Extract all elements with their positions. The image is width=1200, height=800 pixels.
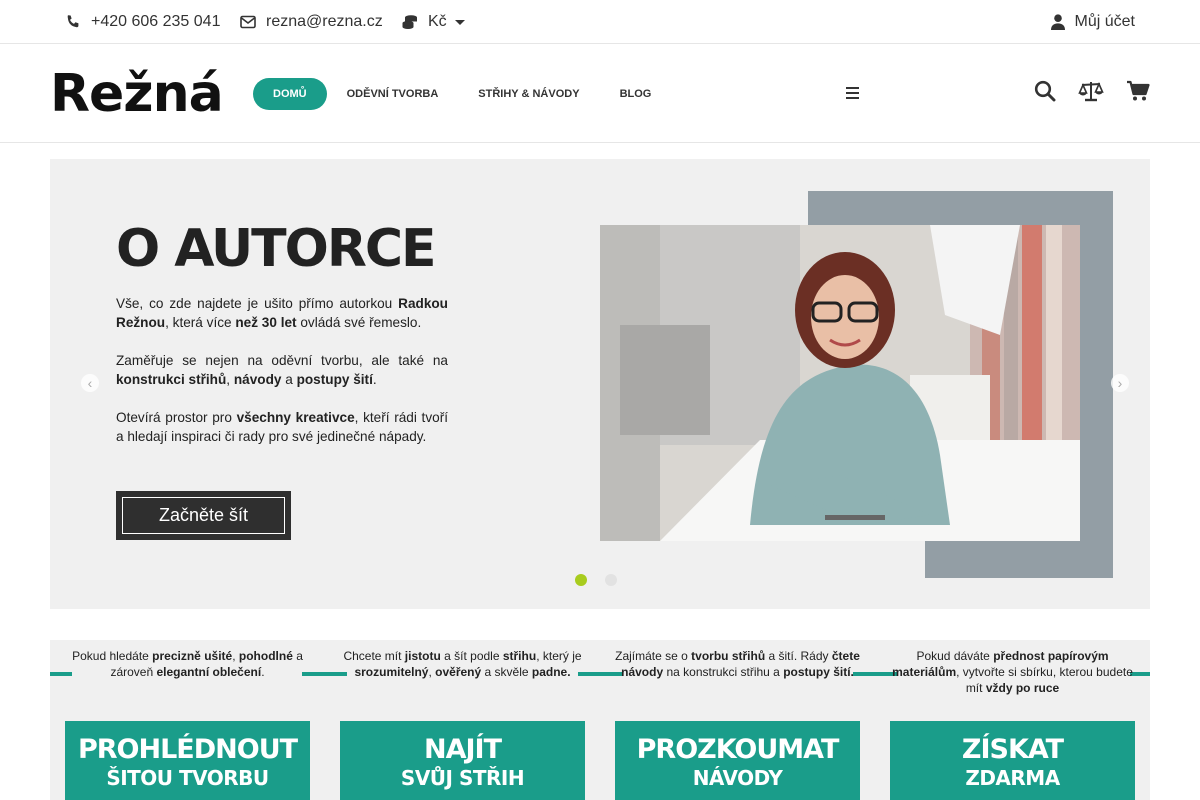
chevron-down-icon [454,19,465,25]
nav-item-home[interactable]: DOMŮ [253,78,327,110]
slider-next-button[interactable]: › [1111,374,1129,392]
site-logo[interactable]: Režná [50,68,224,120]
slide-title: O AUTORCE [116,219,437,279]
promo-line-1: NAJÍT [423,734,502,765]
nav-item-clothing[interactable]: ODĚVNÍ TVORBA [327,78,459,110]
promo-line-1: PROZKOUMAT [636,734,840,765]
chevron-left-icon: ‹ [87,375,93,391]
hero-slider: O AUTORCE Vše, co zde najdete je ušito p… [50,159,1150,609]
slide-paragraph-2: Zaměřuje se nejen na oděvní tvorbu, ale … [116,353,448,387]
phone-icon [67,15,79,28]
slide-paragraph-3: Otevírá prostor pro všechny kreativce, k… [116,410,448,444]
slider-dot-2[interactable] [605,574,617,586]
promo-text: Chcete mít jistotu a šít podle střihu, k… [343,649,582,679]
nav-item-patterns[interactable]: STŘIHY & NÁVODY [458,78,599,110]
promo-text: Pokud dáváte přednost papírovým materiál… [892,649,1133,695]
slider-dot-1[interactable] [575,574,587,586]
promo-strip: Pokud hledáte precizně ušité, pohodlné a… [50,640,1150,800]
promo-text: Pokud hledáte precizně ušité, pohodlné a… [72,649,303,679]
phone-number: +420 606 235 041 [91,13,221,30]
promo-text: Zajímáte se o tvorbu střihů a šití. Rády… [615,649,860,679]
promo-line-2: ŠITOU TVORBU [106,766,269,790]
promo-line-1: ZÍSKAT [961,734,1064,765]
slide-paragraph-1: Vše, co zde najdete je ušito přímo autor… [116,296,448,330]
author-photo-illustration [600,225,1080,541]
author-photo [600,225,1080,541]
get-free-button[interactable]: ZÍSKAT ZDARMA [890,721,1135,800]
site-header: Režná DOMŮ ODĚVNÍ TVORBA STŘIHY & NÁVODY… [0,44,1200,143]
currency-dropdown[interactable]: Kč [402,0,465,44]
promo-line-2: ZDARMA [965,766,1060,790]
chevron-right-icon: › [1117,375,1123,391]
email-address: rezna@rezna.cz [266,13,383,30]
compare-icon[interactable] [1078,80,1104,102]
nav-item-blog[interactable]: BLOG [600,78,672,110]
envelope-icon [240,15,256,29]
photo-frame-top [808,191,925,225]
slider-pagination [575,574,617,586]
header-actions [1034,80,1150,102]
main-nav: DOMŮ ODĚVNÍ TVORBA STŘIHY & NÁVODY BLOG [253,78,671,110]
account-link[interactable]: Můj účet [1050,0,1135,44]
top-bar: +420 606 235 041 rezna@rezna.cz Kč Můj ú… [0,0,1200,44]
slider-prev-button[interactable]: ‹ [81,374,99,392]
phone-link[interactable]: +420 606 235 041 [65,0,220,44]
promo-line-1: PROHLÉDNOUT [77,734,298,765]
user-icon [1050,14,1065,30]
promo-line-2: NÁVODY [692,766,783,790]
browse-clothing-button[interactable]: PROHLÉDNOUT ŠITOU TVORBU [65,721,310,800]
cart-icon[interactable] [1126,80,1150,102]
account-label: Můj účet [1074,13,1135,30]
email-link[interactable]: rezna@rezna.cz [240,0,383,44]
currency-label: Kč [428,13,447,30]
promo-line-2: SVŮJ STŘIH [400,766,525,790]
start-sewing-button[interactable]: Začněte šít [116,491,291,540]
menu-icon[interactable] [846,87,860,101]
find-pattern-button[interactable]: NAJÍT SVŮJ STŘIH [340,721,585,800]
explore-tutorials-button[interactable]: PROZKOUMAT NÁVODY [615,721,860,800]
coins-icon [402,15,417,29]
search-icon[interactable] [1034,80,1056,102]
start-sewing-label: Začněte šít [122,497,285,534]
